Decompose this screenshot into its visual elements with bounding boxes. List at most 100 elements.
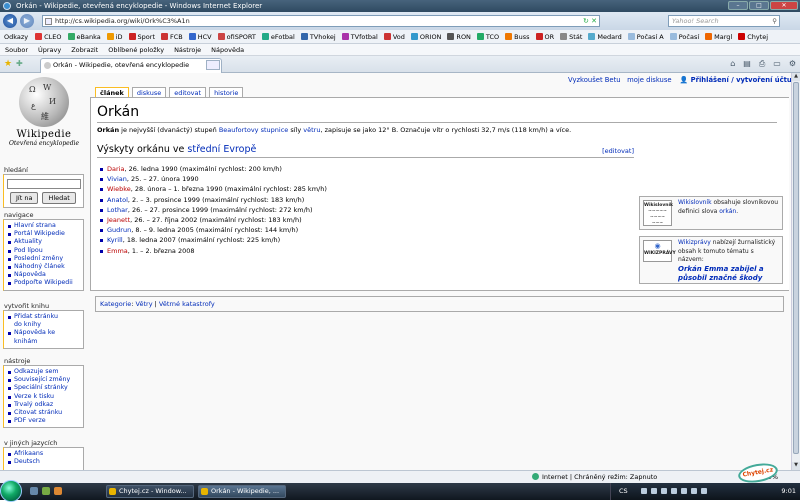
nav-item[interactable]: Portál Wikipedie (8, 230, 81, 238)
storm-name-link[interactable]: Jeanett (107, 216, 130, 224)
central-europe-link[interactable]: střední Evropě (187, 144, 256, 155)
wikinews-link[interactable]: Wikizprávy (678, 239, 711, 246)
search-input[interactable]: Yahoo! Search ⚲ (668, 15, 780, 27)
menu-item[interactable]: Soubor (0, 46, 33, 54)
menu-item[interactable]: Nápověda (206, 46, 249, 54)
storm-name-link[interactable]: Emma (107, 247, 128, 255)
links-bar-item[interactable]: Počasí A (625, 33, 667, 41)
minimize-button[interactable]: – (728, 1, 748, 10)
taskbar-button-chytej[interactable]: Chytej.cz - Window... (106, 485, 194, 498)
search-button[interactable]: Hledat (42, 192, 76, 204)
tools-item[interactable]: PDF verze (8, 417, 81, 425)
wikipedia-logo[interactable]: ΩW Иﻉ 維 Wikipedie Otevřená encyklopedie (4, 75, 84, 165)
add-favorites-icon[interactable]: ✚ (16, 59, 23, 68)
menu-item[interactable]: Úpravy (33, 46, 66, 54)
links-bar-item[interactable]: TCO (474, 33, 502, 41)
login-link[interactable]: 👤 Přihlášení / vytvoření účtu (680, 76, 791, 84)
security-zone[interactable]: Internet | Chráněný režim: Zapnuto (532, 473, 657, 481)
home-icon[interactable]: ⌂ (730, 59, 735, 69)
quicklaunch-icon[interactable] (54, 487, 62, 495)
beaufort-link[interactable]: Beaufortovy stupnice (219, 126, 288, 134)
wikinews-headline-link[interactable]: Orkán Emma zabíjel a působil značné škod… (678, 265, 780, 283)
new-tab-button[interactable] (206, 60, 220, 70)
taskbar-button-wikipedia[interactable]: Orkán - Wikipedie, ... (198, 485, 286, 498)
links-bar-item[interactable]: ofiSPORT (215, 33, 259, 41)
tray-icon[interactable] (681, 488, 687, 494)
wiktionary-word-link[interactable]: orkán (719, 208, 736, 215)
scroll-thumb[interactable] (793, 82, 799, 454)
storm-name-link[interactable]: Gudrun (107, 226, 131, 234)
storm-name-link[interactable]: Vivian (107, 175, 127, 183)
language-indicator[interactable]: CS (619, 487, 628, 495)
wiktionary-logo[interactable]: Wikislovník ~~~~~ ~~~~ ~~~ (643, 200, 673, 226)
links-bar-item[interactable]: eBanka (65, 33, 104, 41)
tools-menu-icon[interactable]: ⚙ (789, 59, 796, 69)
links-bar-item[interactable]: Buss (502, 33, 532, 41)
tray-icon[interactable] (651, 488, 657, 494)
scroll-up-arrow[interactable]: ▲ (792, 73, 800, 81)
menu-item[interactable]: Zobrazit (66, 46, 103, 54)
scroll-down-arrow[interactable]: ▼ (792, 462, 800, 470)
network-icon[interactable] (691, 488, 697, 494)
menu-item[interactable]: Oblíbené položky (103, 46, 169, 54)
tray-icon[interactable] (671, 488, 677, 494)
feeds-icon[interactable]: ▤ (743, 59, 751, 69)
links-bar-item[interactable]: Vod (381, 33, 408, 41)
links-bar-item[interactable]: iD (104, 33, 126, 41)
nav-item[interactable]: Hlavní strana (8, 222, 81, 230)
nav-item[interactable]: Podpořte Wikipedii (8, 279, 81, 287)
language-link[interactable]: Deutsch (8, 458, 81, 466)
links-bar-item[interactable]: ORION (408, 33, 445, 41)
address-input[interactable]: http://cs.wikipedia.org/wiki/Ork%C3%A1n … (42, 15, 600, 27)
maximize-button[interactable]: □ (749, 1, 769, 10)
nav-item[interactable]: Aktuality (8, 238, 81, 246)
favorites-star-icon[interactable]: ★ (4, 59, 12, 69)
links-bar-item[interactable]: Stát (557, 33, 585, 41)
links-bar-item[interactable]: OR (533, 33, 558, 41)
links-bar-item[interactable]: TVhokej (298, 33, 339, 41)
print-icon[interactable]: ⎙ (759, 59, 765, 69)
nav-item[interactable]: Pod lípou (8, 247, 81, 255)
clock[interactable]: 9:01 (781, 487, 796, 495)
show-desktop-icon[interactable] (30, 487, 38, 495)
forward-button[interactable]: ▶ (20, 14, 34, 28)
nav-item[interactable]: Poslední změny (8, 255, 81, 263)
vertical-scrollbar[interactable]: ▲ ▼ (791, 73, 800, 470)
language-link[interactable]: Afrikaans (8, 450, 81, 458)
nav-item[interactable]: Náhodný článek (8, 263, 81, 271)
volume-icon[interactable] (701, 488, 707, 494)
search-icon[interactable]: ⚲ (772, 16, 777, 26)
storm-name-link[interactable]: Daria (107, 165, 124, 173)
links-bar-item[interactable]: Chytej (735, 33, 771, 41)
page-menu-icon[interactable]: ▭ (773, 59, 781, 69)
tools-item[interactable]: Verze k tisku (8, 393, 81, 401)
links-bar-item[interactable]: Počasí (667, 33, 702, 41)
tray-icon[interactable] (641, 488, 647, 494)
links-bar-item[interactable]: eFotbal (259, 33, 298, 41)
book-item[interactable]: Nápověda ke knihám (8, 329, 65, 345)
go-button[interactable]: Jít na (10, 192, 39, 204)
tools-item[interactable]: Odkazuje sem (8, 368, 81, 376)
storm-name-link[interactable]: Lothar (107, 206, 128, 214)
links-bar-item[interactable]: RON (444, 33, 474, 41)
refresh-stop-icons[interactable]: ↻ ✕ (583, 16, 597, 26)
storm-name-link[interactable]: Wiebke (107, 185, 131, 193)
section-edit-link[interactable]: [editovat] (602, 147, 634, 155)
try-beta-link[interactable]: Vyzkoušet Betu (568, 76, 621, 84)
menu-item[interactable]: Nástroje (169, 46, 206, 54)
storm-name-link[interactable]: Anatol (107, 196, 128, 204)
switch-windows-icon[interactable] (42, 487, 50, 495)
tools-item[interactable]: Trvalý odkaz (8, 401, 81, 409)
close-button[interactable]: ✕ (770, 1, 798, 10)
book-item[interactable]: Přidat stránku do knihy (8, 313, 65, 329)
category-link[interactable]: Větry (136, 300, 153, 308)
my-discussion-link[interactable]: moje diskuse (627, 76, 672, 84)
categories-label[interactable]: Kategorie (100, 300, 131, 308)
wikinews-logo[interactable]: ◉ WIKIZPRÁVY (643, 240, 676, 262)
wiktionary-link[interactable]: Wikislovník (678, 199, 712, 206)
links-bar-item[interactable]: TVfotbal (339, 33, 381, 41)
links-bar-item[interactable]: FCB (158, 33, 186, 41)
links-bar-item[interactable]: Sport (126, 33, 158, 41)
wind-link[interactable]: větru (303, 126, 320, 134)
wiki-search-input[interactable] (7, 179, 81, 189)
